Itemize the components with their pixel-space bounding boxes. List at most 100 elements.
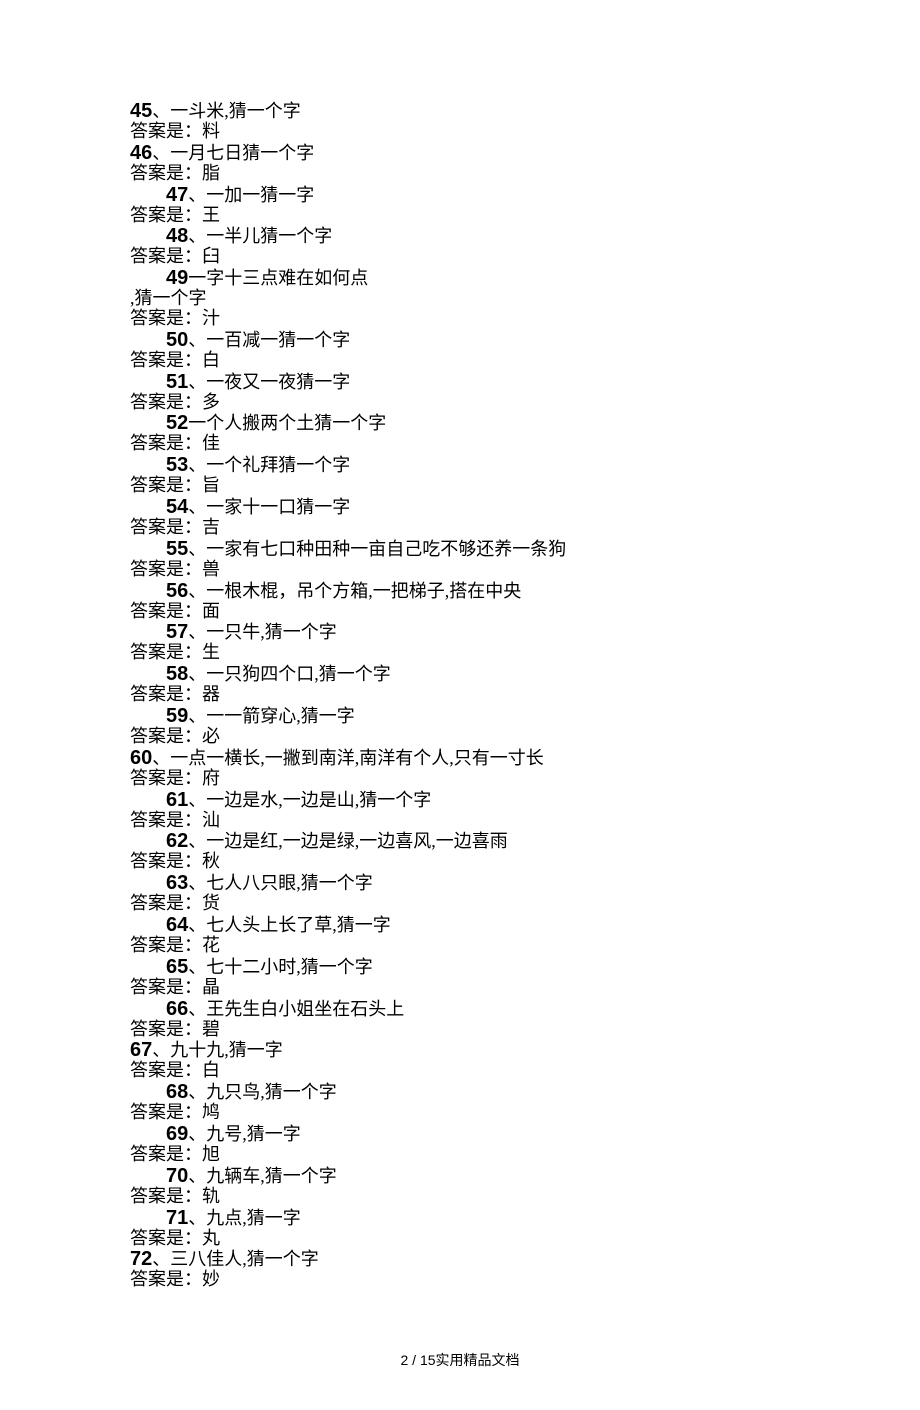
riddle-line: 72、三八佳人,猜一个字 (130, 1248, 790, 1270)
riddle-answer: 答案是：轨 (130, 1187, 790, 1207)
riddle-line: 70、九辆车,猜一个字 (130, 1165, 790, 1187)
riddle-answer: 答案是：生 (130, 643, 790, 663)
riddle-number: 70 (166, 1165, 188, 1187)
riddle-answer: 答案是：兽 (130, 560, 790, 580)
riddle-entry: 54、一家十一口猜一字答案是：吉 (130, 496, 790, 538)
riddle-answer: 答案是：旭 (130, 1145, 790, 1165)
riddle-answer: 答案是：丸 (130, 1229, 790, 1249)
riddle-text: 、三八佳人,猜一个字 (152, 1249, 319, 1269)
riddle-number: 54 (166, 496, 188, 518)
riddle-answer: 答案是：脂 (130, 164, 790, 184)
riddle-line: 52一个人搬两个土猜一个字 (130, 412, 790, 434)
riddle-line: 69、九号,猜一字 (130, 1123, 790, 1145)
riddle-number: 68 (166, 1081, 188, 1103)
riddle-entry: 47、一加一猜一字答案是：王 (130, 184, 790, 226)
riddle-number: 48 (166, 225, 188, 247)
riddle-number: 69 (166, 1123, 188, 1145)
riddle-entry: 69、九号,猜一字答案是：旭 (130, 1123, 790, 1165)
riddle-text: 、一边是红,一边是绿,一边喜风,一边喜雨 (188, 831, 508, 851)
riddle-line: 67、九十九,猜一字 (130, 1039, 790, 1061)
riddle-answer: 答案是：府 (130, 769, 790, 789)
riddle-text: 、九十九,猜一字 (152, 1040, 283, 1060)
riddle-entry: 66、王先生白小姐坐在石头上答案是：碧 (130, 998, 790, 1040)
riddle-number: 60 (130, 747, 152, 769)
riddle-entry: 70、九辆车,猜一个字答案是：轨 (130, 1165, 790, 1207)
riddle-text: 、一加一猜一字 (188, 185, 314, 205)
riddle-entry: 64、七人头上长了草,猜一字答案是：花 (130, 914, 790, 956)
riddle-entry: 49一字十三点难在如何点,猜一个字答案是：汁 (130, 267, 790, 329)
riddle-number: 58 (166, 663, 188, 685)
page-number: 2 / 15 (400, 1352, 435, 1368)
riddle-answer: 答案是：臼 (130, 247, 790, 267)
riddle-line: 66、王先生白小姐坐在石头上 (130, 998, 790, 1020)
riddle-answer: 答案是：王 (130, 206, 790, 226)
riddle-line: 48、一半儿猜一个字 (130, 225, 790, 247)
riddle-answer: 答案是：必 (130, 727, 790, 747)
riddle-text: 一字十三点难在如何点 (188, 268, 368, 288)
riddle-entry: 51、一夜又一夜猜一字答案是：多 (130, 371, 790, 413)
riddle-number: 45 (130, 100, 152, 122)
riddle-text: 、一家十一口猜一字 (188, 497, 350, 517)
riddle-answer: 答案是：晶 (130, 978, 790, 998)
riddle-text: 、七十二小时,猜一个字 (188, 957, 373, 977)
riddle-number: 67 (130, 1039, 152, 1061)
riddle-number: 63 (166, 872, 188, 894)
riddle-answer: 答案是：吉 (130, 518, 790, 538)
riddle-line: 68、九只鸟,猜一个字 (130, 1081, 790, 1103)
riddle-entry: 59、一一箭穿心,猜一字答案是：必 (130, 705, 790, 747)
riddle-text: 、一一箭穿心,猜一字 (188, 706, 355, 726)
riddle-text: 、一只狗四个口,猜一个字 (188, 664, 391, 684)
riddle-number: 59 (166, 705, 188, 727)
riddle-answer: 答案是：白 (130, 351, 790, 371)
riddle-entry: 57、一只牛,猜一个字答案是：生 (130, 621, 790, 663)
riddle-line: 59、一一箭穿心,猜一字 (130, 705, 790, 727)
riddle-entry: 68、九只鸟,猜一个字答案是：鸠 (130, 1081, 790, 1123)
riddle-entry: 72、三八佳人,猜一个字答案是：妙 (130, 1248, 790, 1290)
riddle-answer: 答案是：料 (130, 122, 790, 142)
riddle-text: 、七人八只眼,猜一个字 (188, 873, 373, 893)
riddle-entry: 56、一根木棍，吊个方箱,一把梯子,搭在中央答案是：面 (130, 580, 790, 622)
riddle-entry: 61、一边是水,一边是山,猜一个字答案是：汕 (130, 789, 790, 831)
riddle-line: 50、一百减一猜一个字 (130, 329, 790, 351)
riddle-entry: 58、一只狗四个口,猜一个字答案是：器 (130, 663, 790, 705)
riddle-line: 62、一边是红,一边是绿,一边喜风,一边喜雨 (130, 830, 790, 852)
riddle-text: 、九号,猜一字 (188, 1124, 301, 1144)
riddle-entry: 65、七十二小时,猜一个字答案是：晶 (130, 956, 790, 998)
riddle-text: 、一根木棍，吊个方箱,一把梯子,搭在中央 (188, 581, 521, 601)
riddle-entry: 52一个人搬两个土猜一个字答案是：佳 (130, 412, 790, 454)
riddle-entry: 53、一个礼拜猜一个字答案是：旨 (130, 454, 790, 496)
riddle-line: 57、一只牛,猜一个字 (130, 621, 790, 643)
riddle-answer: 答案是：汁 (130, 309, 790, 329)
riddle-entry: 67、九十九,猜一字答案是：白 (130, 1039, 790, 1081)
riddle-answer: 答案是：秋 (130, 852, 790, 872)
riddle-answer: 答案是：器 (130, 685, 790, 705)
riddle-line: 63、七人八只眼,猜一个字 (130, 872, 790, 894)
riddle-text: 、九点,猜一字 (188, 1208, 301, 1228)
riddle-text: 、一家有七口种田种一亩自己吃不够还养一条狗 (188, 539, 566, 559)
riddle-number: 72 (130, 1248, 152, 1270)
riddle-line: 49一字十三点难在如何点 (130, 267, 790, 289)
riddle-line: 47、一加一猜一字 (130, 184, 790, 206)
riddle-answer: 答案是：妙 (130, 1270, 790, 1290)
riddle-answer: 答案是：旨 (130, 476, 790, 496)
riddle-number: 50 (166, 329, 188, 351)
riddle-number: 56 (166, 580, 188, 602)
riddle-line: 61、一边是水,一边是山,猜一个字 (130, 789, 790, 811)
riddle-answer: 答案是：花 (130, 936, 790, 956)
riddle-number: 57 (166, 621, 188, 643)
riddle-line: 53、一个礼拜猜一个字 (130, 454, 790, 476)
riddle-line: 56、一根木棍，吊个方箱,一把梯子,搭在中央 (130, 580, 790, 602)
riddle-entry: 62、一边是红,一边是绿,一边喜风,一边喜雨答案是：秋 (130, 830, 790, 872)
riddle-text: 、一斗米,猜一个字 (152, 101, 301, 121)
riddle-answer: 答案是：面 (130, 602, 790, 622)
riddle-text: 、一个礼拜猜一个字 (188, 455, 350, 475)
riddle-answer: 答案是：白 (130, 1061, 790, 1081)
riddle-text: 一个人搬两个土猜一个字 (188, 413, 386, 433)
riddle-text: 、王先生白小姐坐在石头上 (188, 999, 404, 1019)
riddle-text: 、一点一横长,一撇到南洋,南洋有个人,只有一寸长 (152, 748, 544, 768)
riddle-entry: 45、一斗米,猜一个字答案是：料 (130, 100, 790, 142)
riddle-entry: 48、一半儿猜一个字答案是：臼 (130, 225, 790, 267)
riddle-line: 51、一夜又一夜猜一字 (130, 371, 790, 393)
riddle-answer: 答案是：货 (130, 894, 790, 914)
riddle-number: 66 (166, 998, 188, 1020)
